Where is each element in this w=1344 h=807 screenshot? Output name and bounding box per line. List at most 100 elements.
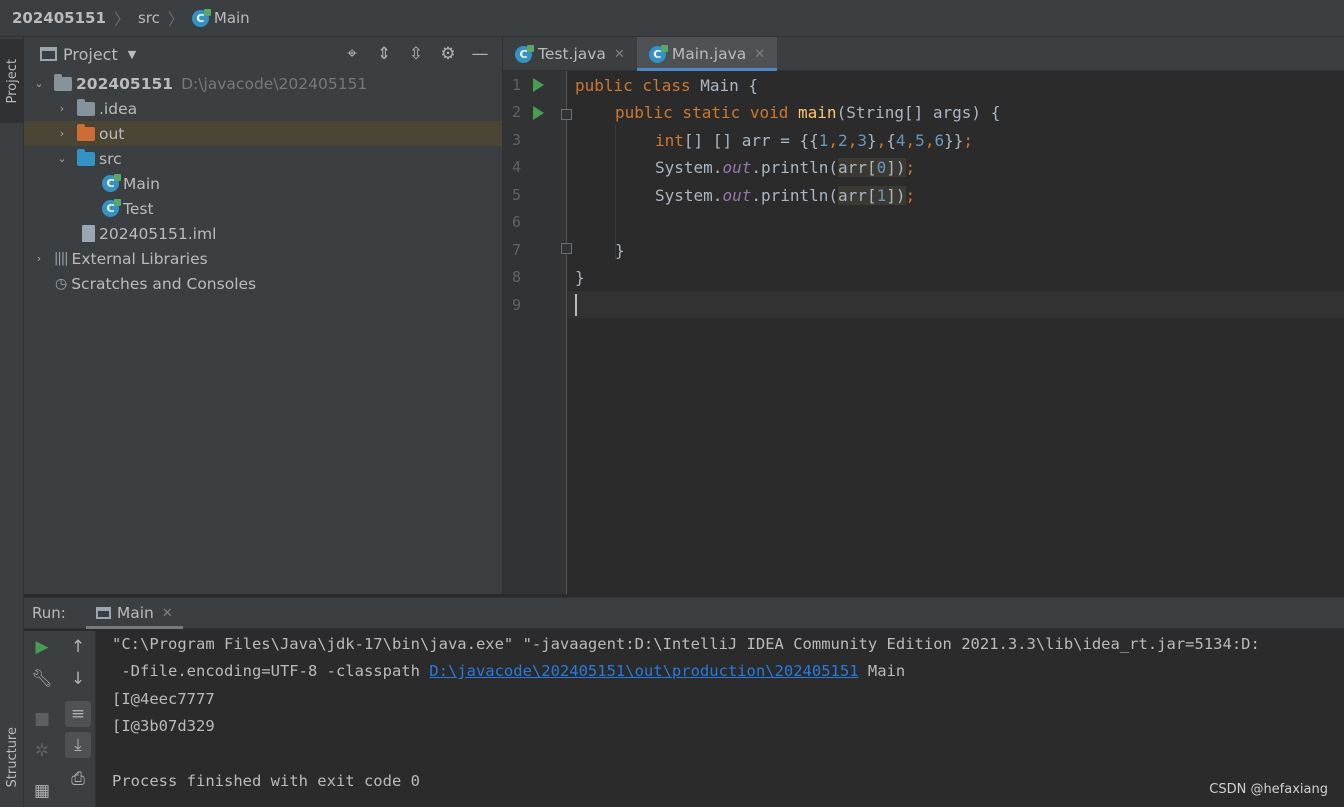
- console-output[interactable]: "C:\Program Files\Java\jdk-17\bin\java.e…: [112, 631, 1344, 807]
- java-class-icon: C: [191, 8, 211, 27]
- tab-label: Main.java: [671, 45, 747, 63]
- tab-main-java[interactable]: C Main.java ✕: [636, 37, 778, 71]
- run-panel-header: Run: Main ✕: [24, 597, 1344, 629]
- tree-item-scratches[interactable]: ◷ Scratches and Consoles: [24, 271, 502, 296]
- rerun-icon[interactable]: ▶: [24, 637, 60, 657]
- soft-wrap-icon[interactable]: ≡: [65, 701, 91, 727]
- chevron-right-icon: 〉: [167, 10, 184, 29]
- chevron-right-icon[interactable]: ›: [55, 102, 69, 115]
- tree-item-label: 202405151: [76, 74, 174, 93]
- arrow-up-icon[interactable]: ↑: [60, 637, 96, 657]
- tab-test-java[interactable]: C Test.java ✕: [503, 37, 637, 71]
- line-number: 4: [511, 158, 521, 176]
- minimize-icon[interactable]: —: [464, 44, 496, 64]
- tree-item-out[interactable]: › out: [24, 121, 502, 146]
- chevron-right-icon: 〉: [113, 10, 130, 29]
- library-icon: ||||: [54, 251, 68, 266]
- line-number: 1: [511, 76, 521, 94]
- run-toolbar-primary: ▶ 🔧︎ ■ ✲ ▦: [24, 631, 60, 807]
- tree-item-label: Scratches and Consoles: [71, 274, 257, 293]
- code-line-5: System.out.println(arr[1]);: [655, 186, 916, 205]
- chevron-down-icon[interactable]: ⌄: [55, 152, 69, 165]
- editor-tab-bar: C Test.java ✕ C Main.java ✕: [503, 37, 1344, 71]
- run-toolbar-secondary: ↑ ↓ ≡ ⤓ ⎙: [60, 631, 96, 807]
- tree-item-label: out: [99, 124, 125, 143]
- close-icon[interactable]: ✕: [162, 606, 173, 621]
- tree-item-root[interactable]: ⌄ 202405151 D:\javacode\202405151: [24, 71, 502, 96]
- scratches-icon: ◷: [55, 275, 68, 292]
- console-line: "C:\Program Files\Java\jdk-17\bin\java.e…: [112, 635, 1260, 653]
- folder-orange-icon: [77, 123, 95, 141]
- tree-item-path: D:\javacode\202405151: [181, 74, 368, 93]
- editor-gutter: 1 2 3 4 5 6 7 8 9: [503, 71, 572, 594]
- stop-icon[interactable]: ■: [24, 709, 60, 729]
- code-line-2: public static void main(String[] args) {: [615, 103, 1001, 122]
- close-icon[interactable]: ✕: [614, 47, 625, 62]
- project-panel-header: Project ▼ ⌖ ⇕ ⇳ ⚙ —: [24, 37, 502, 71]
- fold-marker-icon[interactable]: [561, 109, 572, 120]
- scroll-to-end-icon[interactable]: ⤓: [65, 732, 91, 758]
- run-gutter-icon[interactable]: [533, 106, 544, 120]
- project-view-icon: [40, 47, 57, 61]
- code-line-4: System.out.println(arr[0]);: [655, 158, 916, 177]
- run-tab-label: Main: [116, 604, 154, 622]
- chevron-right-icon[interactable]: ›: [32, 252, 46, 265]
- breadcrumb-file[interactable]: Main: [214, 9, 250, 27]
- java-class-icon: C: [102, 199, 121, 217]
- breadcrumb-project[interactable]: 202405151: [12, 9, 106, 27]
- code-line-1: public class Main {: [575, 76, 759, 95]
- line-number: 8: [511, 268, 521, 286]
- console-line: Process finished with exit code 0: [112, 772, 420, 790]
- layout-icon[interactable]: ▦: [24, 781, 60, 801]
- tree-item-main[interactable]: C Main: [24, 171, 502, 196]
- close-icon[interactable]: ✕: [754, 47, 765, 62]
- tree-item-iml[interactable]: 202405151.iml: [24, 221, 502, 246]
- line-number: 5: [511, 186, 521, 204]
- tree-item-label: Main: [123, 174, 161, 193]
- text-caret: [575, 294, 577, 316]
- expand-all-icon[interactable]: ⇕: [368, 44, 400, 64]
- debug-icon[interactable]: ✲: [24, 741, 60, 761]
- tree-item-external-libraries[interactable]: › |||| External Libraries: [24, 246, 502, 271]
- wrench-icon[interactable]: 🔧︎: [24, 669, 60, 689]
- tree-item-label: .idea: [99, 99, 138, 118]
- code-line-3: int[] [] arr = {{1,2,3},{4,5,6}};: [655, 131, 973, 150]
- gear-icon[interactable]: ⚙: [432, 44, 464, 64]
- breadcrumb-folder[interactable]: src: [138, 9, 160, 27]
- tree-item-label: Test: [123, 199, 154, 218]
- locate-icon[interactable]: ⌖: [336, 44, 368, 64]
- tree-item-idea[interactable]: › .idea: [24, 96, 502, 121]
- structure-tool-tab[interactable]: Structure: [0, 717, 24, 797]
- chevron-down-icon[interactable]: ⌄: [32, 77, 46, 90]
- code-line-7: }: [615, 241, 625, 260]
- java-class-icon: C: [648, 44, 668, 63]
- chevron-right-icon[interactable]: ›: [55, 127, 69, 140]
- line-number: 2: [511, 103, 521, 121]
- tree-item-test[interactable]: C Test: [24, 196, 502, 221]
- run-panel-label: Run:: [32, 604, 66, 622]
- line-number: 6: [511, 213, 521, 231]
- project-tool-tab-label: Project: [4, 58, 20, 104]
- chevron-down-icon[interactable]: ▼: [128, 48, 136, 61]
- iml-file-icon: [82, 225, 95, 242]
- run-gutter-icon[interactable]: [533, 78, 544, 92]
- run-tab-main[interactable]: Main ✕: [85, 597, 183, 629]
- tree-item-label: External Libraries: [71, 249, 208, 268]
- code-line-8: }: [575, 268, 585, 287]
- line-number: 9: [511, 296, 521, 314]
- console-line: -Dfile.encoding=UTF-8 -classpath D:\java…: [112, 662, 906, 680]
- navigation-bar: 202405151 〉 src 〉 C Main: [0, 0, 1344, 37]
- tab-label: Test.java: [538, 45, 606, 63]
- classpath-link[interactable]: D:\javacode\202405151\out\production\202…: [429, 662, 858, 680]
- tree-item-src[interactable]: ⌄ src: [24, 146, 502, 171]
- arrow-down-icon[interactable]: ↓: [60, 669, 96, 689]
- project-panel: Project ▼ ⌖ ⇕ ⇳ ⚙ — ⌄ 202405151 D:\javac…: [24, 37, 503, 594]
- line-number: 7: [511, 241, 521, 259]
- collapse-all-icon[interactable]: ⇳: [400, 44, 432, 64]
- project-tool-tab[interactable]: Project: [0, 39, 24, 123]
- code-editor[interactable]: 1 2 3 4 5 6 7 8 9 public class Main { pu…: [503, 71, 1344, 594]
- print-icon[interactable]: ⎙: [60, 769, 96, 789]
- project-view-selector[interactable]: Project: [63, 45, 118, 64]
- fold-marker-icon[interactable]: [561, 243, 572, 254]
- java-class-icon: C: [515, 44, 534, 63]
